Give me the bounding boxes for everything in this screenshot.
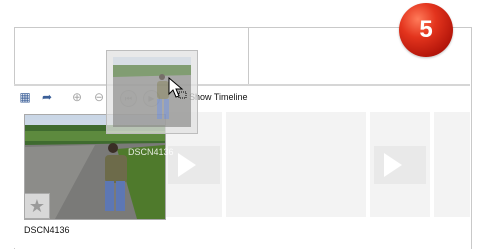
clip-overlay-label: DSCN4136 <box>128 147 174 157</box>
storyboard-cell[interactable] <box>226 112 366 217</box>
tools-icon[interactable]: ➦ <box>40 90 54 104</box>
storyboard-cell[interactable] <box>434 112 470 217</box>
step-number-badge: 5 <box>399 3 453 57</box>
transition-arrow-icon <box>168 146 220 184</box>
zoom-in-icon[interactable]: ⊕ <box>70 90 84 104</box>
storyboard-icon[interactable]: ▦ <box>18 90 32 104</box>
mouse-cursor-icon <box>168 76 188 101</box>
top-pane-divider[interactable] <box>248 28 249 84</box>
transition-arrow-icon <box>374 146 426 184</box>
clip-caption: DSCN4136 <box>24 225 70 235</box>
rating-star-icon[interactable]: ★ <box>24 193 50 219</box>
zoom-out-icon[interactable]: ⊖ <box>92 90 106 104</box>
